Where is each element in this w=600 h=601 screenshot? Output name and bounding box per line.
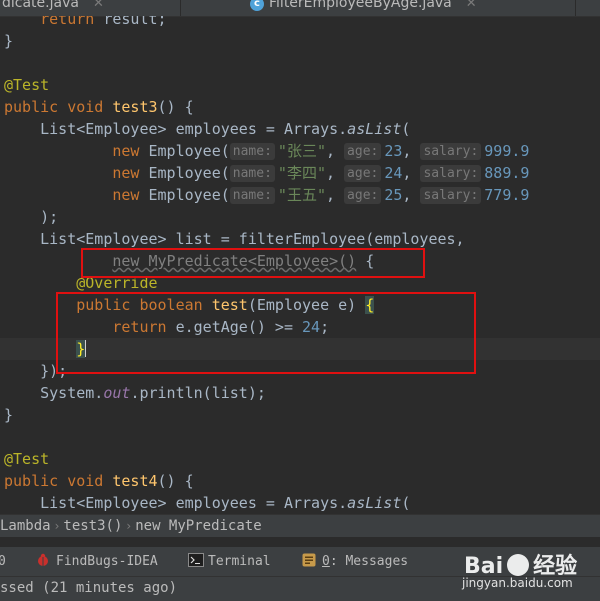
close-icon[interactable]: ✕ [466, 0, 477, 11]
tool-button-left[interactable]: 0 [0, 547, 6, 577]
code-line: @Test [4, 450, 50, 468]
param-hint: name: [229, 187, 275, 204]
chevron-right-icon: › [54, 519, 60, 533]
code-line: ); [40, 208, 59, 226]
code-line: System.out.println(list); [40, 384, 266, 402]
messages-button[interactable]: 0: Messages [302, 547, 408, 577]
breadcrumb-item[interactable]: new MyPredicate [135, 518, 261, 534]
chevron-right-icon: › [126, 519, 132, 533]
code-line-employee-2: new Employee(name: "李四", age: 24, salary: 8… [112, 164, 530, 182]
terminal-icon [188, 549, 204, 567]
code-line: } [4, 406, 14, 424]
code-line: @Test [4, 76, 50, 94]
tab-divider [180, 0, 181, 16]
status-text: ssed (21 minutes ago) [0, 580, 178, 596]
code-line-employee-1: new Employee(name: "张三", age: 23, salary: 9… [112, 142, 530, 160]
param-hint: name: [229, 143, 275, 160]
param-hint: name: [229, 165, 275, 182]
findbugs-button[interactable]: FindBugs-IDEA [36, 547, 158, 577]
code-line: return result; [40, 16, 167, 28]
terminal-button[interactable]: Terminal [188, 547, 271, 577]
watermark-url: jingyan.baidu.com [462, 576, 573, 590]
code-line: } [4, 32, 14, 50]
class-icon: c [250, 0, 264, 11]
highlight-box-test-method [56, 292, 476, 374]
code-line: List<Employee> employees = Arrays.asList… [40, 494, 411, 512]
breadcrumb: Lambda › test3() › new MyPredicate [0, 514, 600, 537]
tab-predicate-java[interactable]: dicate.java ✕ [2, 0, 104, 16]
code-line: List<Employee> list = filterEmployee(emp… [40, 230, 465, 248]
param-hint: age: [344, 187, 382, 204]
bug-icon [36, 549, 50, 566]
breadcrumb-item[interactable]: Lambda [0, 518, 51, 534]
code-line: List<Employee> employees = Arrays.asList… [40, 120, 411, 138]
close-icon[interactable]: ✕ [93, 0, 104, 11]
param-hint: salary: [420, 187, 482, 204]
param-hint: salary: [420, 165, 482, 182]
tab-divider [575, 0, 576, 16]
paw-icon [507, 554, 530, 576]
param-hint: salary: [420, 143, 482, 160]
messages-icon [302, 549, 316, 567]
code-line-employee-3: new Employee(name: "王五", age: 25, salary: 7… [112, 186, 530, 204]
param-hint: age: [344, 165, 382, 182]
breadcrumb-item[interactable]: test3() [63, 518, 122, 534]
code-line: public void test3() { [4, 98, 194, 116]
tab-label: FilterEmployeeByAge.java [269, 0, 452, 11]
code-line: public void test4() { [4, 472, 194, 490]
param-hint: age: [344, 143, 382, 160]
code-editor[interactable]: return result; } @Test public void test3… [0, 16, 600, 514]
tab-label: dicate.java [2, 0, 79, 11]
tab-filter-employee-by-age[interactable]: c FilterEmployeeByAge.java ✕ [250, 0, 477, 16]
highlight-box-anonymous-class [81, 248, 425, 278]
baidu-jingyan-watermark: Bai 经验 jingyan.baidu.com [460, 546, 600, 596]
editor-tab-bar: dicate.java ✕ c FilterEmployeeByAge.java ✕ [0, 0, 600, 17]
